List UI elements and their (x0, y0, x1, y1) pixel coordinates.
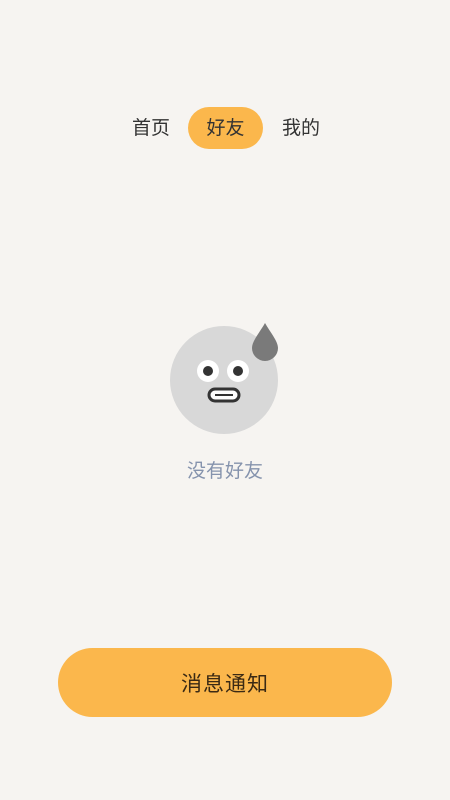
top-tab-bar: 首页 好友 我的 (0, 107, 450, 149)
tab-mine[interactable]: 我的 (270, 107, 332, 149)
sweat-drop (252, 323, 278, 361)
left-pupil (203, 366, 213, 376)
right-pupil (233, 366, 243, 376)
message-notification-button[interactable]: 消息通知 (58, 648, 392, 717)
sweat-face-icon (170, 323, 278, 434)
tab-friends[interactable]: 好友 (188, 107, 263, 149)
empty-state-illustration (168, 320, 283, 440)
empty-state-message: 没有好友 (186, 460, 263, 482)
tab-home[interactable]: 首页 (120, 107, 182, 149)
